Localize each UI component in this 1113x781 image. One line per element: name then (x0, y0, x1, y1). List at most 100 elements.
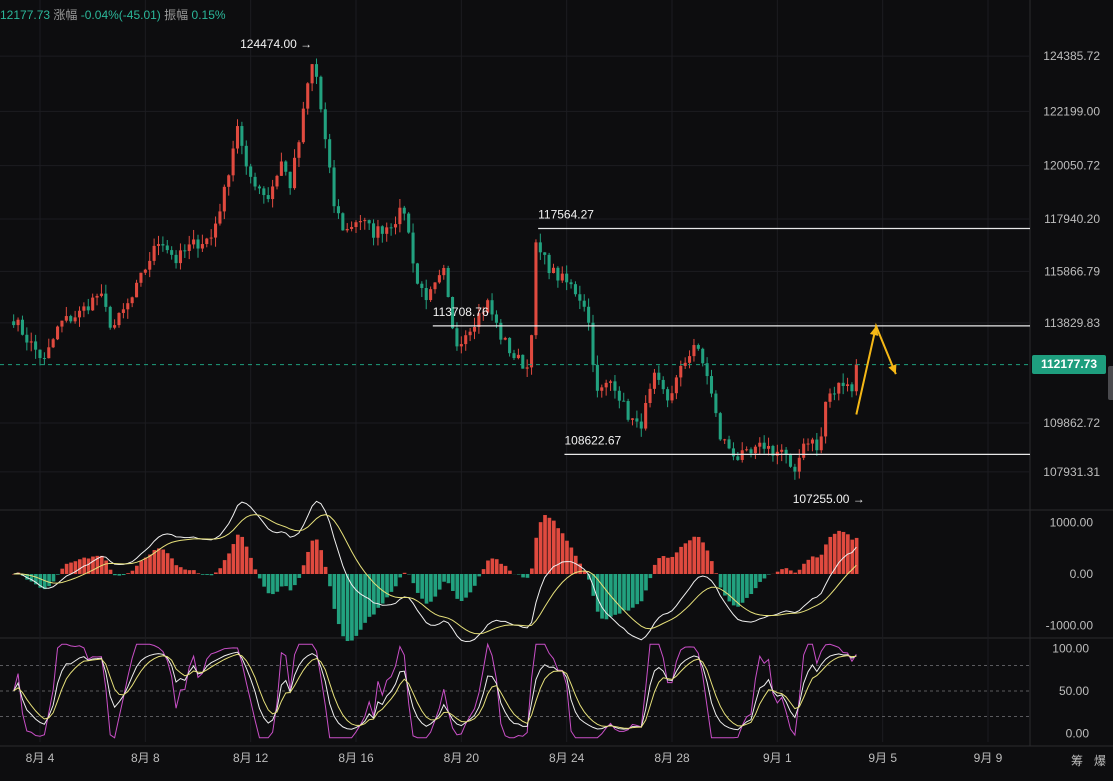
candle-body (280, 161, 283, 175)
candle-body (91, 298, 94, 311)
candle-body (697, 345, 700, 349)
macd-histogram-bar (517, 574, 521, 575)
candle-body (798, 458, 801, 472)
candle-body (38, 350, 41, 358)
candle-body (785, 450, 788, 454)
price-annotation: 108622.67 (564, 433, 621, 447)
macd-histogram-bar (473, 574, 477, 586)
macd-histogram-bar (728, 574, 732, 601)
candle-body (591, 323, 594, 365)
candle-body (728, 439, 731, 448)
panel-resize-handle[interactable] (1108, 366, 1113, 400)
candle-body (240, 126, 243, 146)
macd-histogram-bar (780, 569, 784, 574)
macd-histogram-bar (254, 569, 258, 574)
candle-body (192, 239, 195, 244)
macd-histogram-bar (526, 574, 530, 578)
candle-body (776, 452, 779, 456)
macd-histogram-bar (311, 541, 315, 574)
x-tick-label: 8月 4 (26, 751, 55, 765)
macd-histogram-bar (486, 561, 490, 574)
candle-body (319, 77, 322, 109)
price-tick-label: 115866.79 (1044, 264, 1100, 278)
candle-body (113, 325, 116, 328)
candle-body (175, 255, 178, 263)
candle-body (324, 109, 327, 139)
macd-histogram-bar (504, 566, 508, 574)
macd-histogram-bar (455, 574, 459, 599)
candle-body (767, 446, 770, 449)
trading-chart[interactable]: 124474.00 →117564.27113708.76108622.6710… (0, 0, 1113, 776)
macd-histogram-bar (495, 559, 499, 574)
macd-histogram-bar (249, 558, 253, 574)
macd-histogram-bar (78, 559, 82, 574)
candle-body (139, 273, 142, 283)
candle-body (512, 353, 515, 358)
macd-histogram-bar (701, 542, 705, 574)
candle-body (429, 289, 432, 300)
macd-histogram-bar (425, 574, 429, 604)
candle-body (341, 213, 344, 230)
candle-body (385, 227, 388, 233)
macd-histogram-bar (135, 566, 139, 574)
candle-body (183, 250, 186, 251)
macd-histogram-bar (741, 574, 745, 603)
macd-histogram-bar (767, 574, 771, 575)
candle-body (828, 393, 831, 401)
liquidation-toggle[interactable]: 爆 (1094, 752, 1106, 769)
candle-body (376, 226, 379, 237)
macd-histogram-bar (289, 574, 293, 590)
macd-histogram-bar (280, 574, 284, 586)
macd-histogram-bar (337, 574, 341, 624)
candle-body (491, 300, 494, 314)
candle-body (425, 288, 428, 300)
macd-histogram-bar (653, 565, 657, 574)
macd-histogram-bar (126, 573, 130, 574)
chips-toggle[interactable]: 筹 (1071, 752, 1083, 769)
macd-histogram-bar (65, 564, 69, 574)
candle-body (289, 172, 292, 188)
macd-histogram-bar (192, 570, 196, 574)
price-annotation: 117564.27 (538, 207, 594, 221)
macd-histogram-bar (376, 574, 380, 608)
candle-body (657, 373, 660, 380)
candle-body (205, 239, 208, 244)
macd-histogram-bar (442, 574, 446, 582)
candle-body (416, 263, 419, 283)
candle-body (469, 332, 472, 336)
macd-histogram-bar (262, 574, 266, 587)
x-tick-label: 9月 1 (763, 751, 792, 765)
macd-histogram-bar (429, 574, 433, 602)
candle-body (236, 126, 239, 148)
candle-body (539, 242, 542, 252)
candle-body (433, 282, 436, 289)
candle-body (43, 358, 46, 359)
candle-body (144, 270, 147, 273)
candle-body (548, 255, 551, 273)
candle-body (350, 227, 353, 229)
candle-body (78, 311, 81, 318)
macd-histogram-bar (745, 574, 749, 598)
stochastic-panel (0, 644, 1030, 738)
quote-header: 12177.73 涨幅 -0.04%(-45.01) 振幅 0.15% (0, 6, 226, 22)
candle-body (460, 344, 463, 346)
macd-histogram-bar (350, 574, 354, 641)
candle-body (763, 443, 766, 449)
macd-histogram-bar (210, 574, 214, 575)
candle-body (157, 244, 160, 246)
candle-body (311, 64, 314, 83)
candle-body (613, 381, 616, 390)
macd-histogram-bar (328, 574, 332, 586)
candle-body (609, 381, 612, 382)
candle-body (293, 158, 296, 188)
candle-body (420, 284, 423, 288)
macd-histogram-bar (807, 560, 811, 574)
candle-body (407, 214, 410, 233)
candle-body (188, 244, 191, 251)
macd-histogram-bar (565, 541, 569, 574)
candle-body (135, 283, 138, 298)
macd-histogram-bar (271, 574, 275, 594)
macd-histogram-bar (56, 574, 60, 575)
macd-histogram-bar (315, 540, 319, 574)
macd-histogram-bar (460, 574, 464, 601)
